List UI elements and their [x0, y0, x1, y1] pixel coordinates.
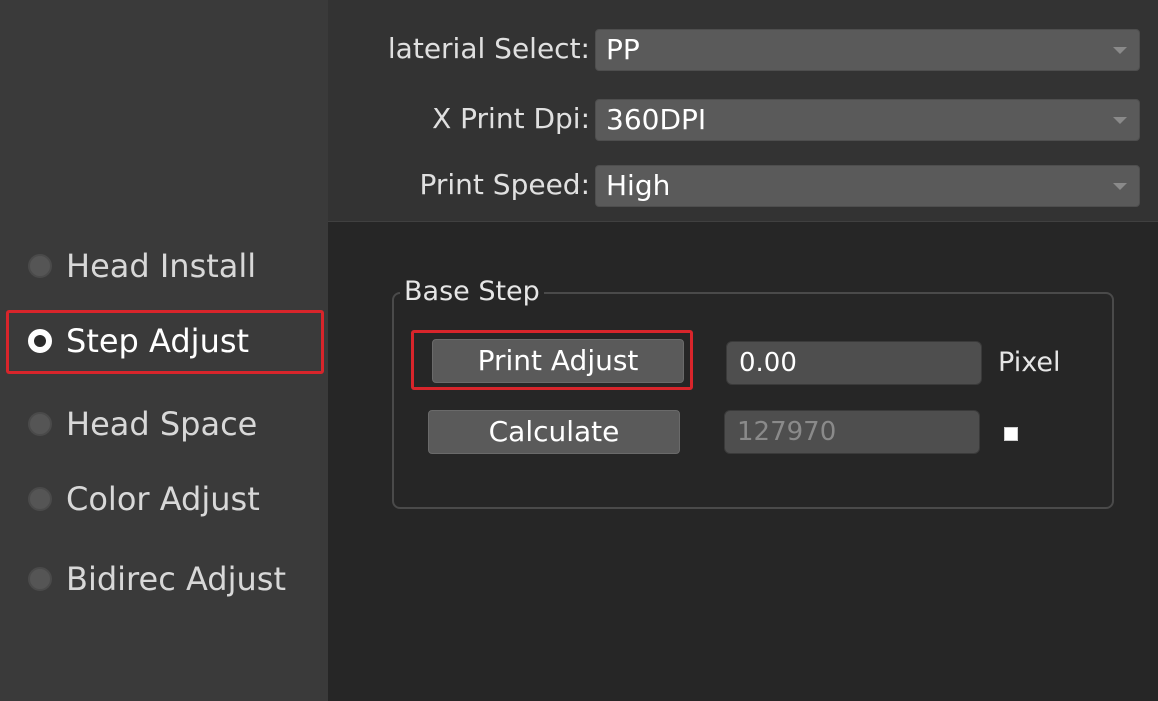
material-select-label: laterial Select: — [387, 32, 590, 65]
material-select-value: PP — [606, 33, 640, 66]
dropdown-arrow-icon — [1113, 117, 1127, 124]
radio-bidirec-adjust[interactable]: Bidirec Adjust — [0, 551, 328, 607]
dpi-select-value: 360DPI — [606, 103, 707, 136]
sidebar: Head Install Step Adjust Head Space Colo… — [0, 0, 328, 701]
radio-icon — [28, 254, 52, 278]
print-settings-panel: laterial Select: PP X Print Dpi: 360DPI … — [328, 0, 1158, 222]
calculate-button[interactable]: Calculate — [428, 410, 680, 454]
base-step-title: Base Step — [400, 274, 544, 310]
print-adjust-button[interactable]: Print Adjust — [432, 339, 684, 383]
main-panel: laterial Select: PP X Print Dpi: 360DPI … — [328, 0, 1158, 701]
material-select-row: laterial Select: PP — [328, 27, 1158, 71]
radio-step-adjust[interactable]: Step Adjust — [0, 313, 328, 369]
step-value-field[interactable]: 0.00 — [726, 341, 982, 385]
dpi-select-row: X Print Dpi: 360DPI — [328, 97, 1158, 141]
dropdown-arrow-icon — [1113, 183, 1127, 190]
radio-icon — [28, 567, 52, 591]
calculated-value-field[interactable]: 127970 — [724, 410, 980, 454]
radio-icon — [28, 487, 52, 511]
radio-label-head-install: Head Install — [66, 247, 257, 285]
radio-icon — [28, 412, 52, 436]
radio-selected-icon — [28, 329, 52, 353]
radio-head-space[interactable]: Head Space — [0, 396, 328, 452]
speed-select-value: High — [606, 169, 671, 202]
radio-label-step-adjust: Step Adjust — [66, 322, 250, 360]
material-select[interactable]: PP — [595, 29, 1140, 71]
checkbox[interactable] — [1004, 427, 1018, 441]
radio-label-head-space: Head Space — [66, 405, 258, 443]
speed-select-label: Print Speed: — [419, 168, 590, 201]
radio-label-color-adjust: Color Adjust — [66, 480, 260, 518]
dpi-select-label: X Print Dpi: — [432, 102, 590, 135]
dropdown-arrow-icon — [1113, 47, 1127, 54]
speed-select[interactable]: High — [595, 165, 1140, 207]
base-step-group — [392, 292, 1114, 509]
pixel-unit-label: Pixel — [998, 347, 1061, 378]
dpi-select[interactable]: 360DPI — [595, 99, 1140, 141]
radio-head-install[interactable]: Head Install — [0, 238, 328, 294]
radio-color-adjust[interactable]: Color Adjust — [0, 471, 328, 527]
speed-select-row: Print Speed: High — [328, 163, 1158, 207]
radio-label-bidirec-adjust: Bidirec Adjust — [66, 560, 286, 598]
